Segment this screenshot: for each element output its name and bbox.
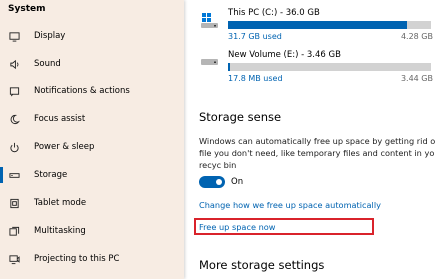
free-up-space-now-link[interactable]: Free up space now: [199, 222, 275, 232]
sidebar-item-label: Projecting to this PC: [34, 254, 120, 264]
sidebar-item-multitasking[interactable]: Multitasking: [0, 221, 184, 241]
display-icon: [8, 31, 20, 42]
sidebar-item-label: Focus assist: [34, 114, 86, 124]
drive-icon: [200, 52, 220, 76]
drive-usage-bar: [228, 63, 431, 71]
moon-icon: [8, 114, 20, 125]
notification-icon: [8, 86, 20, 97]
tablet-icon: [8, 198, 20, 209]
drive-used: 17.8 MB used: [228, 74, 283, 83]
sidebar-item-power-sleep[interactable]: Power & sleep: [0, 137, 184, 157]
multitasking-icon: [8, 226, 20, 237]
sidebar-item-label: Notifications & actions: [34, 86, 130, 96]
drive-name: This PC (C:) - 36.0 GB: [228, 8, 320, 18]
main-content: This PC (C:) - 36.0 GB 31.7 GB used 4.28…: [185, 0, 435, 279]
sidebar-item-notifications[interactable]: Notifications & actions: [0, 81, 184, 101]
sidebar-item-display[interactable]: Display: [0, 26, 184, 46]
power-icon: [8, 142, 20, 153]
more-storage-settings-title: More storage settings: [199, 258, 325, 272]
sidebar-item-label: Sound: [34, 59, 61, 69]
drive-free: 3.44 GB: [400, 74, 433, 83]
sidebar-item-label: Power & sleep: [34, 142, 95, 152]
sidebar-item-storage[interactable]: Storage: [0, 165, 184, 185]
drive-usage-bar: [228, 21, 431, 29]
windows-drive-icon: [200, 10, 220, 34]
sidebar-title: System: [8, 4, 46, 14]
sidebar-item-label: Tablet mode: [34, 198, 87, 208]
toggle-state-label: On: [231, 177, 244, 187]
sidebar-item-tablet-mode[interactable]: Tablet mode: [0, 193, 184, 213]
drive-used: 31.7 GB used: [228, 32, 282, 41]
sidebar: System Display Sound Notifications & act…: [0, 0, 184, 279]
speaker-icon: [8, 59, 20, 70]
drive-free: 4.28 GB: [400, 32, 433, 41]
storage-sense-description: Windows can automatically free up space …: [199, 136, 435, 170]
drive-usage-fill: [228, 21, 407, 29]
storage-icon: [8, 170, 20, 181]
storage-sense-title: Storage sense: [199, 110, 282, 124]
drive-name: New Volume (E:) - 3.46 GB: [228, 50, 341, 60]
sidebar-item-label: Multitasking: [34, 226, 86, 236]
drive-usage-fill: [228, 63, 231, 71]
sidebar-item-label: Display: [34, 31, 66, 41]
projector-icon: [8, 254, 20, 265]
sidebar-item-focus-assist[interactable]: Focus assist: [0, 109, 184, 129]
change-free-space-link[interactable]: Change how we free up space automaticall…: [199, 200, 381, 210]
sidebar-item-projecting[interactable]: Projecting to this PC: [0, 249, 184, 269]
toggle-knob: [216, 179, 222, 185]
storage-sense-toggle[interactable]: [199, 176, 225, 188]
sidebar-item-label: Storage: [34, 170, 68, 180]
sidebar-item-sound[interactable]: Sound: [0, 54, 184, 74]
